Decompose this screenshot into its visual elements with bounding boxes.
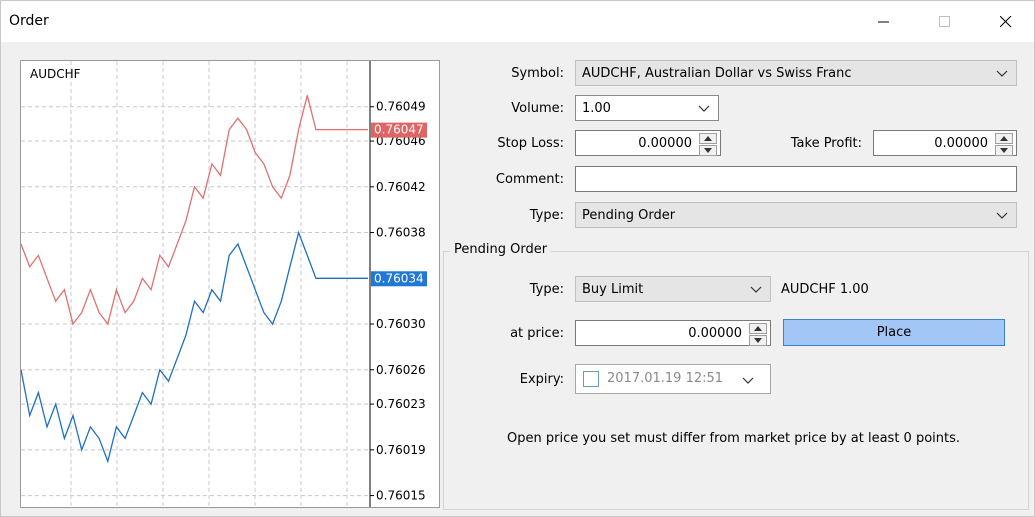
- pending-type-value: Buy Limit: [582, 281, 644, 297]
- spin-down-button[interactable]: [995, 145, 1013, 156]
- caret-up-icon: [754, 326, 762, 331]
- spin-up-button[interactable]: [749, 323, 767, 334]
- at-price-label: at price:: [510, 326, 564, 341]
- caret-down-icon: [1000, 148, 1008, 153]
- ask-price-line: [21, 95, 368, 326]
- chevron-down-icon: [996, 212, 1008, 219]
- chevron-down-icon: [750, 286, 762, 293]
- volume-value: 1.00: [582, 100, 611, 116]
- pending-order-title: Pending Order: [450, 242, 552, 257]
- stop-loss-value: 0.00000: [638, 136, 692, 151]
- price-axis-label: 0.76049: [376, 100, 426, 114]
- order-type-select[interactable]: Pending Order: [575, 202, 1017, 228]
- pending-type-select[interactable]: Buy Limit: [575, 276, 771, 302]
- expiry-datetime-picker[interactable]: 2017.01.19 12:51: [575, 364, 771, 394]
- maximize-button: [922, 1, 968, 42]
- chevron-down-icon: [698, 105, 710, 112]
- pending-type-info: AUDCHF 1.00: [781, 282, 869, 297]
- chevron-down-icon[interactable]: [742, 372, 754, 388]
- at-price-value: 0.00000: [688, 326, 742, 341]
- expiry-checkbox[interactable]: [583, 371, 599, 387]
- chart-symbol: AUDCHF: [30, 67, 81, 81]
- order-type-value: Pending Order: [582, 207, 676, 223]
- chart-svg: 0.760490.760460.760420.760380.760300.760…: [21, 61, 427, 507]
- expiry-value: 2017.01.19 12:51: [607, 371, 724, 386]
- price-axis-label: 0.76038: [376, 226, 426, 240]
- close-icon: [1000, 15, 1012, 27]
- stop-loss-field[interactable]: 0.00000: [575, 130, 721, 156]
- ask-tag-label: 0.76047: [374, 123, 424, 137]
- type-label: Type:: [529, 208, 564, 223]
- price-axis-label: 0.76023: [376, 397, 426, 411]
- take-profit-label: Take Profit:: [790, 136, 862, 151]
- bid-price-tag: 0.76034: [371, 271, 427, 287]
- caret-up-icon: [1000, 136, 1008, 141]
- stop-loss-label: Stop Loss:: [497, 136, 564, 151]
- minimize-button[interactable]: [861, 1, 907, 42]
- at-price-spinner[interactable]: [749, 323, 767, 346]
- minimize-icon: [878, 21, 889, 22]
- bid-tag-label: 0.76034: [374, 271, 424, 285]
- caret-down-icon: [754, 338, 762, 343]
- chevron-down-icon: [996, 70, 1008, 77]
- take-profit-value: 0.00000: [934, 136, 988, 151]
- price-axis-label: 0.76042: [376, 180, 426, 194]
- place-button-label: Place: [876, 325, 912, 340]
- price-axis-label: 0.76026: [376, 363, 426, 377]
- caret-down-icon: [704, 148, 712, 153]
- caret-up-icon: [704, 136, 712, 141]
- expiry-label: Expiry:: [519, 372, 564, 387]
- stop-loss-spinner[interactable]: [699, 133, 717, 156]
- pending-type-label: Type:: [529, 282, 564, 297]
- spin-up-button[interactable]: [699, 133, 717, 144]
- spin-down-button[interactable]: [699, 145, 717, 156]
- at-price-field[interactable]: 0.00000: [575, 320, 771, 346]
- price-axis-label: 0.76030: [376, 317, 426, 331]
- spin-down-button[interactable]: [749, 335, 767, 346]
- take-profit-field[interactable]: 0.00000: [873, 130, 1017, 156]
- spin-up-button[interactable]: [995, 133, 1013, 144]
- place-button[interactable]: Place: [783, 319, 1005, 346]
- take-profit-spinner[interactable]: [995, 133, 1013, 156]
- title-bar: Order: [1, 1, 1034, 42]
- bid-price-line: [21, 230, 368, 464]
- maximize-icon: [939, 15, 950, 27]
- window-title: Order: [9, 13, 49, 29]
- symbol-select[interactable]: AUDCHF, Australian Dollar vs Swiss Franc: [575, 60, 1017, 86]
- comment-input[interactable]: [575, 166, 1017, 192]
- ask-price-tag: 0.76047: [371, 122, 427, 138]
- volume-label: Volume:: [511, 101, 564, 116]
- comment-label: Comment:: [495, 172, 564, 187]
- tick-chart: 0.76049 0.76046 0.76042 0.76038 0.76030 0.760…: [20, 60, 440, 508]
- close-button[interactable]: [983, 1, 1029, 42]
- volume-select[interactable]: 1.00: [575, 95, 719, 121]
- symbol-label: Symbol:: [511, 66, 564, 81]
- price-axis-label: 0.76019: [376, 443, 426, 457]
- price-axis-label: 0.76015: [376, 489, 426, 503]
- price-distance-note: Open price you set must differ from mark…: [507, 431, 961, 446]
- symbol-value: AUDCHF, Australian Dollar vs Swiss Franc: [582, 65, 852, 81]
